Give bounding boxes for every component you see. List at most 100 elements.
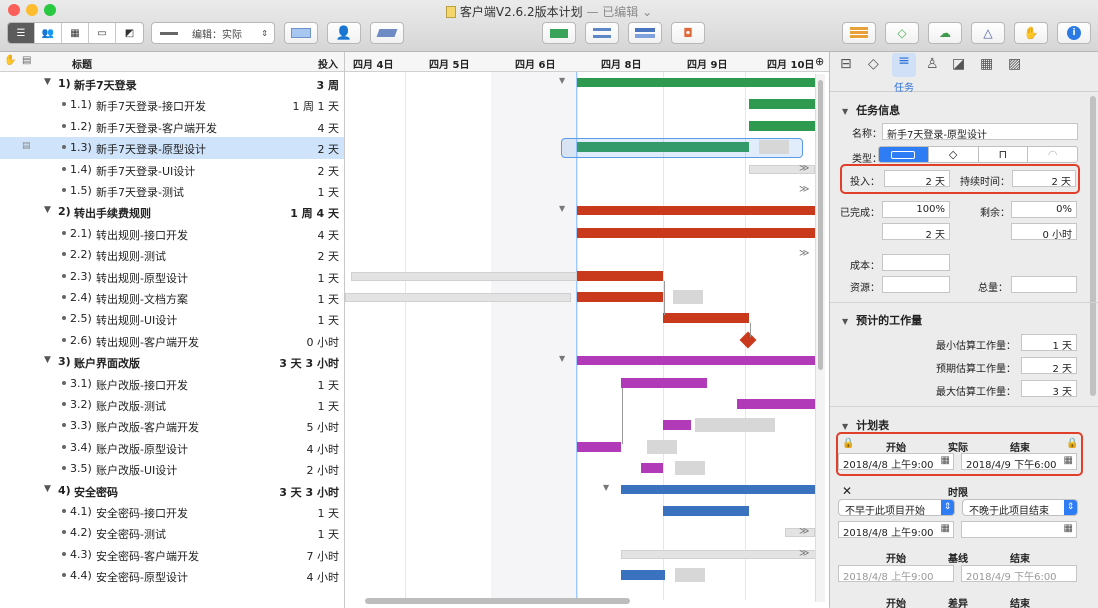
- task-row[interactable]: ▤ 1.3) 新手7天登录-原型设计 2 天: [0, 137, 344, 159]
- table-view-icon[interactable]: ▦: [62, 23, 89, 43]
- stop-button[interactable]: ✋: [1014, 22, 1048, 44]
- task-title-text[interactable]: 新手7天登录: [74, 77, 137, 93]
- milestone-type-icon[interactable]: ◇: [927, 147, 978, 162]
- task-row[interactable]: 3.1) 账户改版-接口开发 1 天: [0, 373, 344, 394]
- task-type-segmented[interactable]: ◇ ⊓ ◠: [878, 146, 1078, 163]
- task-work[interactable]: 3 天 3 小时: [279, 355, 339, 371]
- summary-row[interactable]: ▼ 4) 安全密码 3 天 3 小时: [0, 480, 344, 501]
- task-title-text[interactable]: 安全密码-原型设计: [96, 569, 188, 585]
- task-row[interactable]: 3.5) 账户改版-UI设计 2 小时: [0, 458, 344, 479]
- gantt-bar[interactable]: [621, 570, 665, 581]
- note-icon[interactable]: ▤: [22, 141, 31, 151]
- task-work[interactable]: 1 周 1 天: [293, 98, 340, 114]
- task-title[interactable]: 2.1): [70, 227, 92, 240]
- gantt-bar[interactable]: [749, 120, 819, 131]
- connect-tasks-button[interactable]: [284, 22, 318, 44]
- disclosure-triangle-icon[interactable]: ▼: [44, 205, 51, 215]
- gantt-bar[interactable]: [577, 356, 817, 366]
- column-work[interactable]: 投入: [318, 56, 338, 71]
- complete-field[interactable]: 100%: [882, 201, 950, 218]
- task-title[interactable]: 4.2): [70, 526, 92, 539]
- duration-field[interactable]: 2 天: [1012, 170, 1076, 187]
- resource-tab-icon[interactable]: ♙: [926, 56, 939, 72]
- task-title[interactable]: 4.1): [70, 505, 92, 518]
- gantt-bar[interactable]: [577, 227, 817, 238]
- task-work[interactable]: 2 天: [318, 248, 340, 264]
- task-row[interactable]: 4.3) 安全密码-客户端开发 7 小时: [0, 544, 344, 565]
- view-switcher[interactable]: ☰ 👥 ▦ ▭ ◩: [7, 22, 144, 44]
- task-title-text[interactable]: 账户改版-原型设计: [96, 441, 188, 457]
- task-work[interactable]: 1 周 4 天: [290, 205, 339, 221]
- task-row[interactable]: 3.2) 账户改版-测试 1 天: [0, 394, 344, 415]
- task-row[interactable]: 4.4) 安全密码-原型设计 4 小时: [0, 565, 344, 586]
- lock-icon[interactable]: 🔒: [1066, 438, 1078, 449]
- info-button[interactable]: i: [1057, 22, 1091, 44]
- task-work[interactable]: 1 天: [318, 377, 340, 393]
- task-work[interactable]: 1 天: [318, 291, 340, 307]
- gantt-bar[interactable]: [577, 441, 621, 452]
- task-title[interactable]: 2.5): [70, 312, 92, 325]
- task-title-text[interactable]: 新手7天登录-UI设计: [96, 163, 195, 179]
- inspector-scrollbar[interactable]: [1090, 96, 1096, 396]
- task-row[interactable]: 1.5) 新手7天登录-测试 1 天: [0, 180, 344, 201]
- task-title-text[interactable]: 账户改版-接口开发: [96, 377, 188, 393]
- task-title-text[interactable]: 转出规则-接口开发: [96, 227, 188, 243]
- task-title-text[interactable]: 转出规则-UI设计: [96, 312, 177, 328]
- gantt-bar[interactable]: [663, 506, 749, 516]
- task-row[interactable]: 1.4) 新手7天登录-UI设计 2 天: [0, 159, 344, 180]
- task-title[interactable]: 3.4): [70, 441, 92, 454]
- task-work[interactable]: 3 周: [317, 77, 339, 93]
- task-title-text[interactable]: 新手7天登录-原型设计: [96, 141, 206, 157]
- disclosure-triangle-icon[interactable]: ▼: [44, 77, 51, 87]
- calendar-icon[interactable]: ▦: [941, 523, 950, 534]
- task-title-text[interactable]: 安全密码-接口开发: [96, 505, 188, 521]
- task-title-text[interactable]: 新手7天登录-测试: [96, 184, 184, 200]
- briefcase-icon[interactable]: ⊟: [840, 56, 852, 72]
- task-title-text[interactable]: 转出规则-文档方案: [96, 291, 188, 307]
- calendar-icon[interactable]: ▦: [1064, 455, 1073, 466]
- task-title[interactable]: 1.3): [70, 141, 92, 154]
- end-constraint-select[interactable]: 不晚于此项目结束: [962, 499, 1078, 516]
- max-estimate-field[interactable]: 3 天: [1021, 380, 1077, 397]
- task-title[interactable]: 1.2): [70, 120, 92, 133]
- level-button[interactable]: [370, 22, 404, 44]
- task-row[interactable]: 2.2) 转出规则-测试 2 天: [0, 244, 344, 265]
- edit-mode-select[interactable]: 编辑：实际 ⇕: [151, 22, 275, 44]
- task-row[interactable]: 1.2) 新手7天登录-客户端开发 4 天: [0, 116, 344, 137]
- summary-row[interactable]: ▼ 1) 新手7天登录 3 周: [0, 73, 344, 94]
- task-work[interactable]: 2 小时: [307, 462, 340, 478]
- task-work[interactable]: 1 天: [318, 184, 340, 200]
- disclosure-triangle-icon[interactable]: ▼: [44, 484, 51, 494]
- task-info-section[interactable]: 任务信息: [842, 102, 900, 118]
- task-row[interactable]: 2.3) 转出规则-原型设计 1 天: [0, 266, 344, 287]
- lock-icon[interactable]: 🔒: [842, 438, 854, 449]
- hammock-type-icon[interactable]: ◠: [1027, 147, 1077, 162]
- gantt-bar[interactable]: [663, 313, 749, 324]
- resource-field[interactable]: [882, 276, 950, 293]
- gantt-bar[interactable]: [621, 377, 707, 388]
- snapshot-button[interactable]: ◘: [671, 22, 705, 44]
- network-view-icon[interactable]: ▭: [89, 23, 116, 43]
- catch-up-button[interactable]: [542, 22, 576, 44]
- task-title[interactable]: 2.3): [70, 270, 92, 283]
- expected-estimate-field[interactable]: 2 天: [1021, 357, 1077, 374]
- task-title-text[interactable]: 安全密码: [74, 484, 118, 500]
- style-view-icon[interactable]: ◩: [116, 23, 143, 43]
- calendar-icon[interactable]: ▦: [941, 455, 950, 466]
- gantt-bar[interactable]: [663, 420, 691, 431]
- task-title[interactable]: 2.4): [70, 291, 92, 304]
- calendar-icon[interactable]: ▦: [1064, 523, 1073, 534]
- gantt-bar[interactable]: [577, 78, 817, 87]
- task-work[interactable]: 1 天: [318, 312, 340, 328]
- task-title[interactable]: 1): [58, 77, 71, 90]
- task-title[interactable]: 1.5): [70, 184, 92, 197]
- task-title[interactable]: 2): [58, 205, 71, 218]
- milestone-tab-icon[interactable]: ◇: [868, 56, 879, 72]
- task-title-text[interactable]: 账户改版-UI设计: [96, 462, 177, 478]
- task-work[interactable]: 5 小时: [307, 419, 340, 435]
- gantt-vertical-scrollbar[interactable]: [815, 74, 825, 602]
- gantt-bar[interactable]: [577, 206, 817, 216]
- task-title-text[interactable]: 账户改版-客户端开发: [96, 419, 199, 435]
- task-row[interactable]: 2.4) 转出规则-文档方案 1 天: [0, 287, 344, 308]
- task-tab-icon[interactable]: ≡: [892, 53, 916, 77]
